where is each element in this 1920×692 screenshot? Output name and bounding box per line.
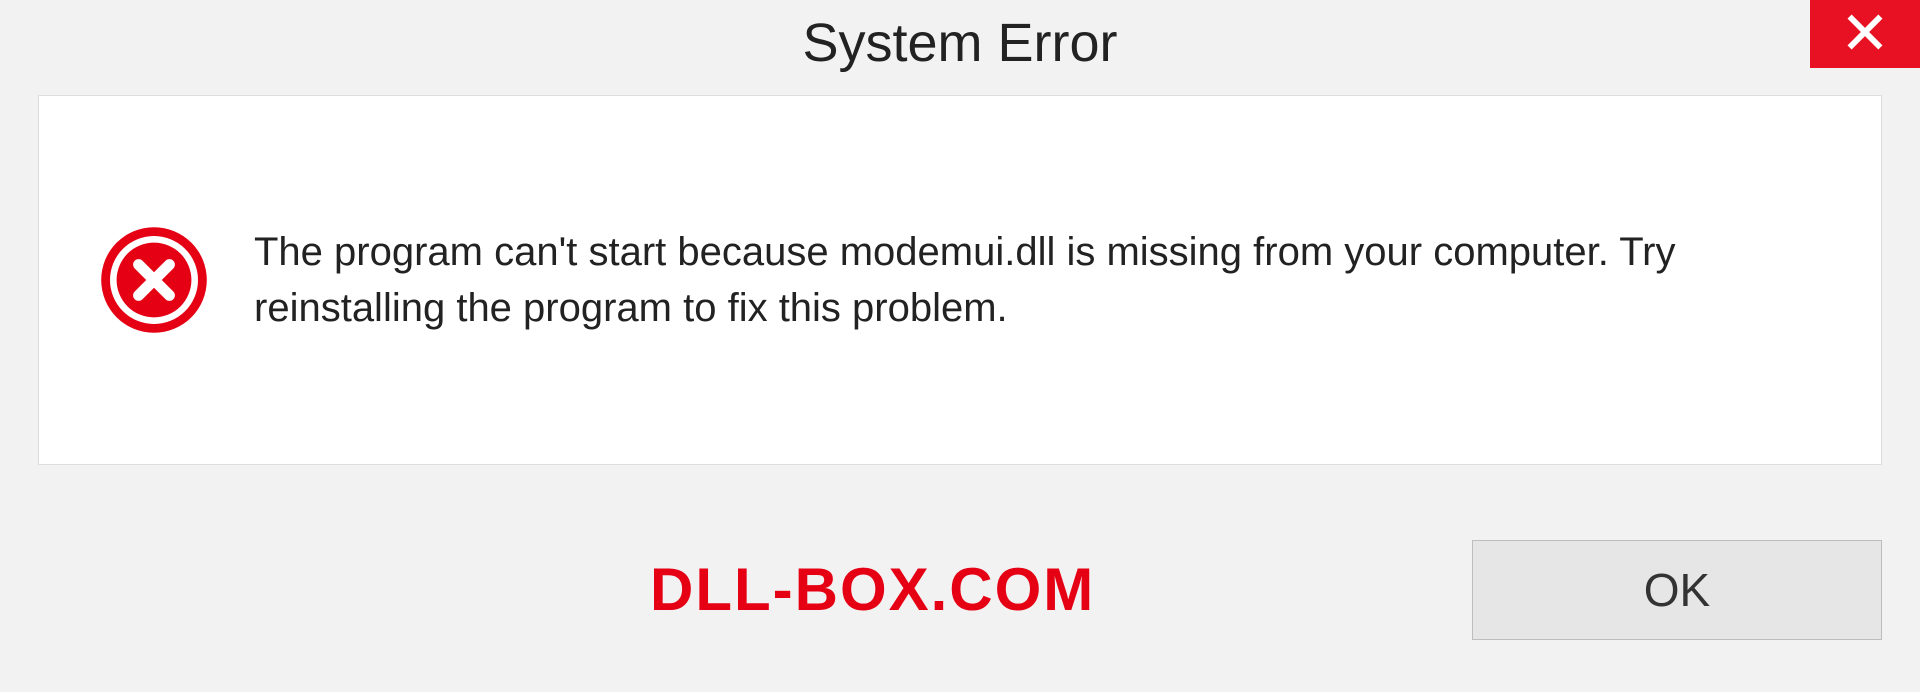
close-icon	[1845, 12, 1885, 57]
ok-button-label: OK	[1644, 563, 1710, 617]
ok-button[interactable]: OK	[1472, 540, 1882, 640]
dialog-title: System Error	[802, 12, 1117, 74]
dialog-content: The program can't start because modemui.…	[38, 95, 1882, 465]
dialog-titlebar: System Error	[0, 0, 1920, 85]
dialog-footer: DLL-BOX.COM OK	[0, 465, 1920, 685]
error-icon	[99, 225, 209, 335]
error-message: The program can't start because modemui.…	[254, 224, 1821, 336]
watermark-text: DLL-BOX.COM	[650, 555, 1095, 624]
close-button[interactable]	[1810, 0, 1920, 68]
